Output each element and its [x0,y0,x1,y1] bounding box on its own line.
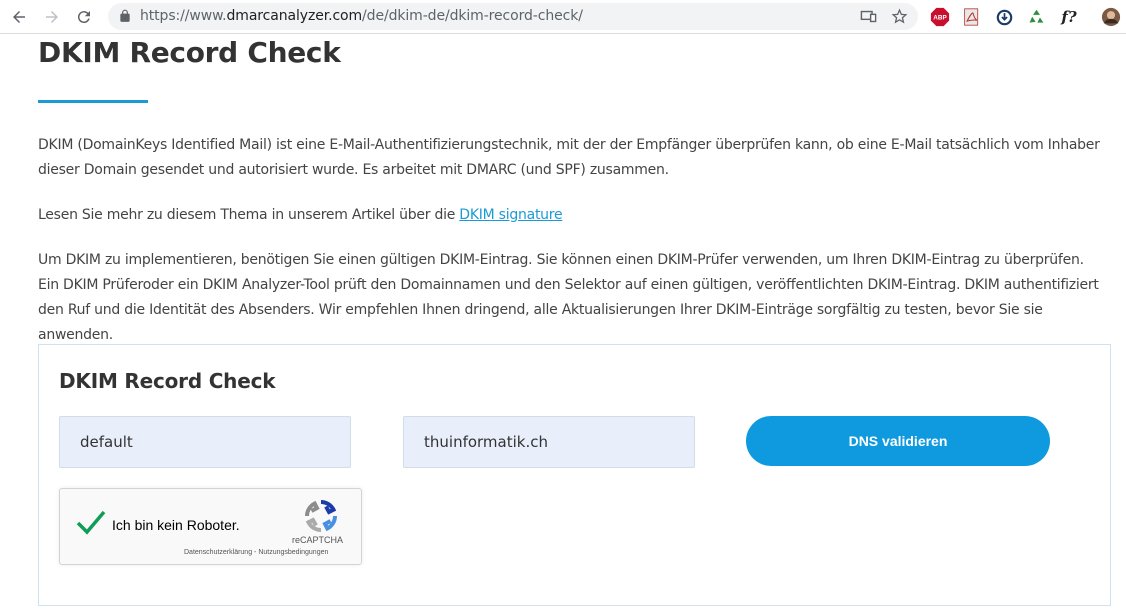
reload-icon [77,11,90,24]
recaptcha-logo-icon [305,500,337,532]
download-icon[interactable] [993,6,1015,28]
formula-label: f? [1061,8,1077,26]
read-more-paragraph: Lesen Sie mehr zu diesem Thema in unsere… [38,203,1103,228]
back-button[interactable] [8,6,30,28]
lock-icon [120,9,130,22]
browser-toolbar: https://www.dmarcanalyzer.com/de/dkim-de… [0,0,1126,34]
url-path: /de/dkim-de/dkim-record-check/ [362,8,583,24]
recaptcha-brand: reCAPTCHA [292,535,344,545]
pdf-icon[interactable] [961,6,983,28]
url-text: https://www.dmarcanalyzer.com/de/dkim-de… [140,8,583,24]
recaptcha-links[interactable]: Datenschutzerklärung - Nutzungsbedingung… [184,549,328,556]
intro-paragraph: DKIM (DomainKeys Identified Mail) ist ei… [38,137,1100,178]
url-host: dmarcanalyzer.com [226,8,363,24]
url-prefix: https://www. [140,8,227,24]
dkim-signature-link[interactable]: DKIM signature [459,207,562,223]
arrow-right-icon [46,11,58,23]
domain-value: thuinformatik.ch [424,433,548,451]
form-title: DKIM Record Check [59,369,276,393]
recaptcha-widget: Ich bin kein Roboter. reCAPTCHA Datensch… [59,488,362,565]
domain-input[interactable]: thuinformatik.ch [403,416,695,468]
selector-value: default [80,433,133,451]
address-bar[interactable]: https://www.dmarcanalyzer.com/de/dkim-de… [108,3,918,30]
star-icon[interactable] [891,8,908,25]
read-more-text: Lesen Sie mehr zu diesem Thema in unsere… [38,207,460,223]
adblock-label: ABP [933,15,947,22]
cast-icon[interactable] [860,8,877,25]
formula-icon[interactable]: f? [1058,6,1080,28]
title-underline [38,100,148,103]
arrow-left-icon [13,11,25,23]
checkmark-icon[interactable] [76,509,106,535]
recycle-icon[interactable] [1025,6,1047,28]
reload-button[interactable] [73,6,95,28]
profile-avatar[interactable] [1100,6,1122,28]
forward-button[interactable] [41,6,63,28]
dns-validate-button[interactable]: DNS validieren [746,416,1050,466]
implementation-paragraph: Um DKIM zu implementieren, benötigen Sie… [38,252,1099,343]
selector-input[interactable]: default [59,416,351,468]
recaptcha-label: Ich bin kein Roboter. [112,517,240,533]
adblock-icon[interactable]: ABP [929,6,951,28]
page-title: DKIM Record Check [38,36,341,69]
dkim-check-form: DKIM Record Check default thuinformatik.… [38,344,1111,606]
